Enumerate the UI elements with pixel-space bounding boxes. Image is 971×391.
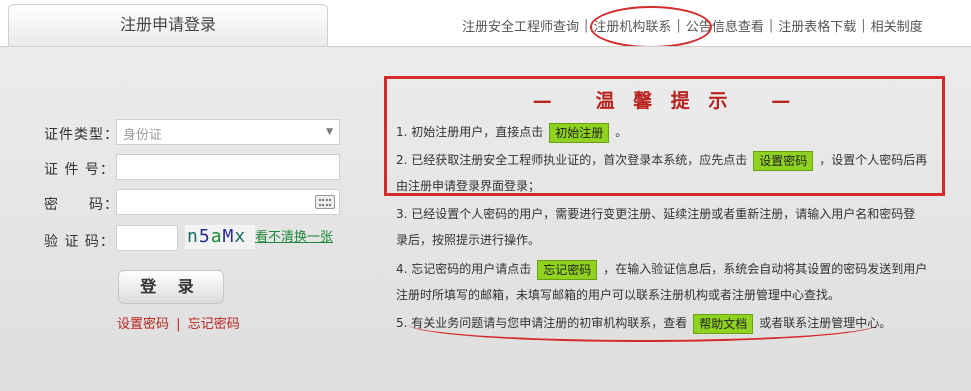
notice-item-1: 1. 初始注册用户，直接点击 初始注册。 xyxy=(396,119,936,145)
nav-regulations[interactable]: 相关制度 xyxy=(871,16,923,35)
password-input[interactable] xyxy=(116,189,340,215)
notice-text: ，在输入验证信息后，系统会自动将其设置的密码发送到用户 xyxy=(603,262,928,276)
id-type-label: 证件类型： xyxy=(44,127,119,143)
forgot-password-link[interactable]: 忘记密码 xyxy=(188,317,240,332)
keyboard-icon[interactable] xyxy=(315,195,335,209)
id-type-select[interactable]: 身份证 ▼ xyxy=(116,119,340,145)
annotation-circle xyxy=(590,6,712,48)
captcha-char: 5 xyxy=(198,226,211,247)
notice-item-2: 2. 已经获取注册安全工程师执业证的，首次登录本系统，应先点击 设置密码 ，设置个人… xyxy=(396,147,936,173)
captcha-input[interactable] xyxy=(116,225,178,251)
notice-item-2-line2: 由注册申请登录界面登录； xyxy=(396,179,541,193)
password-label: 密 码： xyxy=(44,197,119,213)
notice-item-4-line2: 注册时所填写的邮箱，未填写邮箱的用户可以联系注册机构或者注册管理中心查找。 xyxy=(396,288,841,302)
initial-register-button[interactable]: 初始注册 xyxy=(549,122,610,143)
notice-item-3-line2: 录后，按照提示进行操作。 xyxy=(396,233,541,247)
nav-separator: | xyxy=(584,17,589,33)
id-number-input[interactable] xyxy=(116,154,340,180)
notice-title: — 温 馨 提 示 — xyxy=(532,90,797,112)
id-number-label: 证 件 号： xyxy=(44,162,115,178)
login-links: 设置密码 | 忘记密码 xyxy=(117,313,240,332)
notice-text: 。 xyxy=(615,125,628,139)
captcha-char: x xyxy=(234,226,247,247)
captcha-char: a xyxy=(210,226,223,247)
captcha-label: 验 证 码： xyxy=(44,234,115,250)
nav-form-download[interactable]: 注册表格下载 xyxy=(778,16,856,35)
captcha-char: M xyxy=(222,226,235,247)
captcha-char: n xyxy=(187,226,199,247)
set-password-link[interactable]: 设置密码 xyxy=(117,317,169,332)
tab-title: 注册申请登录 xyxy=(119,15,216,34)
notice-text: 4. 忘记密码的用户请点击 xyxy=(396,262,532,276)
notice-text: 1. 初始注册用户，直接点击 xyxy=(396,125,544,139)
notice-item-4: 4. 忘记密码的用户请点击 忘记密码 ，在输入验证信息后，系统会自动将其设置的密码发… xyxy=(396,256,936,282)
link-separator: | xyxy=(176,317,181,332)
notice-text: ，设置个人密码后再 xyxy=(819,153,928,167)
login-button[interactable]: 登 录 xyxy=(118,270,224,304)
chevron-down-icon: ▼ xyxy=(326,127,333,137)
tab-register-login[interactable]: 注册申请登录 xyxy=(8,4,328,48)
refresh-captcha-link[interactable]: 看不清换一张 xyxy=(255,226,333,245)
forgot-password-button[interactable]: 忘记密码 xyxy=(537,259,598,280)
nav-separator: | xyxy=(861,17,866,33)
notice-item-3: 3. 已经设置个人密码的用户，需要进行变更注册、延续注册或者重新注册，请输入用户… xyxy=(396,207,916,221)
captcha-image[interactable]: n5aMx xyxy=(185,225,255,249)
set-password-button[interactable]: 设置密码 xyxy=(753,150,814,171)
id-type-value: 身份证 xyxy=(123,128,163,143)
nav-separator: | xyxy=(768,17,774,33)
notice-text: 2. 已经获取注册安全工程师执业证的，首次登录本系统，应先点击 xyxy=(396,153,748,167)
nav-engineer-query[interactable]: 注册安全工程师查询 xyxy=(462,16,579,35)
